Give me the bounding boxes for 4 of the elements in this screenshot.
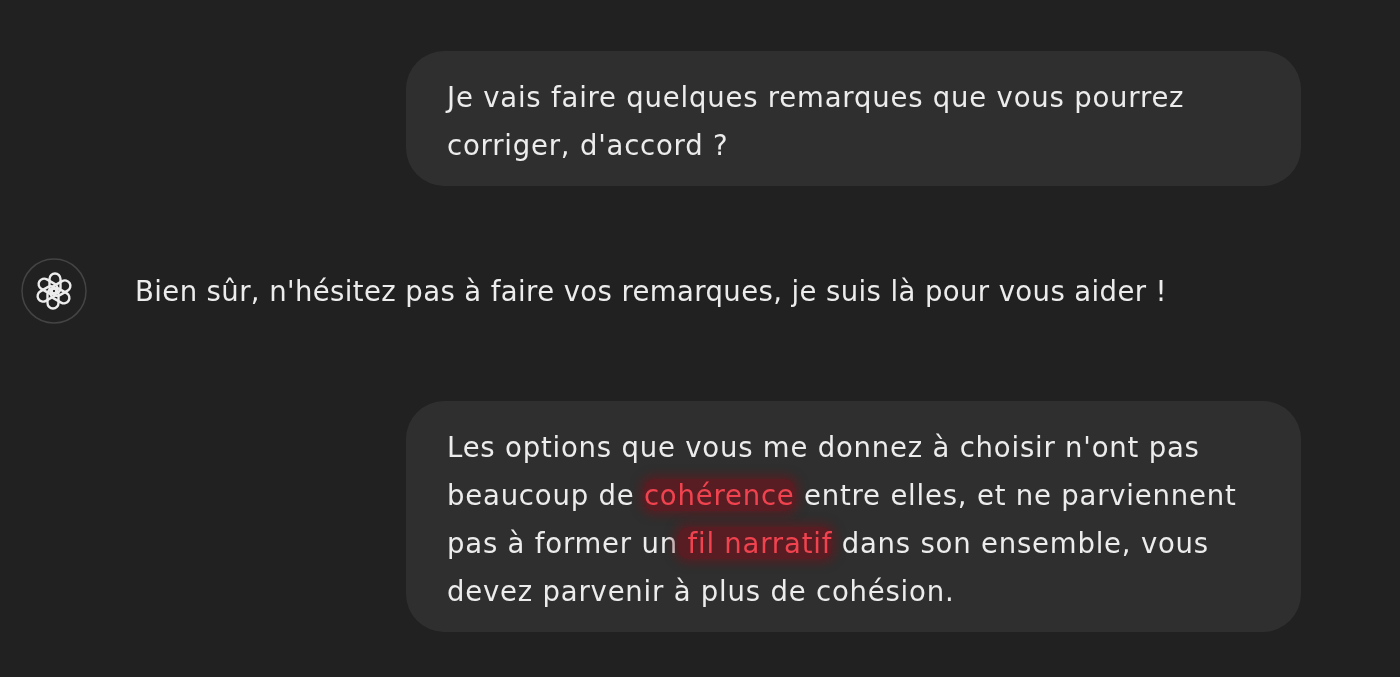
- assistant-message-text: Bien sûr, n'hésitez pas à faire vos remarques, je suis là pour vous aider !: [135, 274, 1167, 309]
- user-message-text: Je vais faire quelques remarques que vous pourrez corriger, d'accord ?: [447, 80, 1186, 163]
- logo-avatar-icon: [21, 258, 87, 324]
- user-message-text: Les options que vous me donnez à choisir n'ont pas beaucoup de cohérence entre elles, et ne parviennent pas à former un fil narratif dans son ensemble, vous devez parvenir à plus de cohésion.: [447, 430, 1238, 609]
